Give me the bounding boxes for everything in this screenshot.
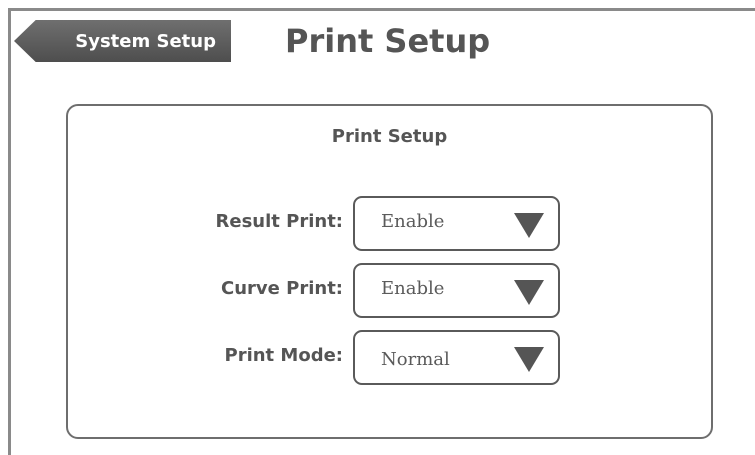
result-print-label: Result Print: [215, 211, 344, 232]
result-print-value: Enable [381, 211, 445, 232]
dropdown-arrow-icon [514, 280, 544, 305]
panel-title: Print Setup [331, 126, 448, 147]
print-mode-label: Print Mode: [224, 345, 344, 366]
print-mode-value: Normal [381, 349, 450, 370]
system-setup-back-button[interactable]: System Setup [14, 20, 231, 62]
curve-print-value: Enable [381, 278, 445, 299]
back-button-label: System Setup [75, 30, 216, 52]
print-mode-dropdown[interactable]: Normal [353, 330, 560, 385]
result-print-dropdown[interactable]: Enable [353, 196, 560, 251]
dropdown-arrow-icon [514, 347, 544, 372]
page-title: Print Setup [285, 22, 491, 60]
curve-print-dropdown[interactable]: Enable [353, 263, 560, 318]
curve-print-label: Curve Print: [221, 278, 343, 299]
print-setup-panel: Print Setup Result Print: Enable Curve P… [66, 104, 713, 439]
dropdown-arrow-icon [514, 213, 544, 238]
